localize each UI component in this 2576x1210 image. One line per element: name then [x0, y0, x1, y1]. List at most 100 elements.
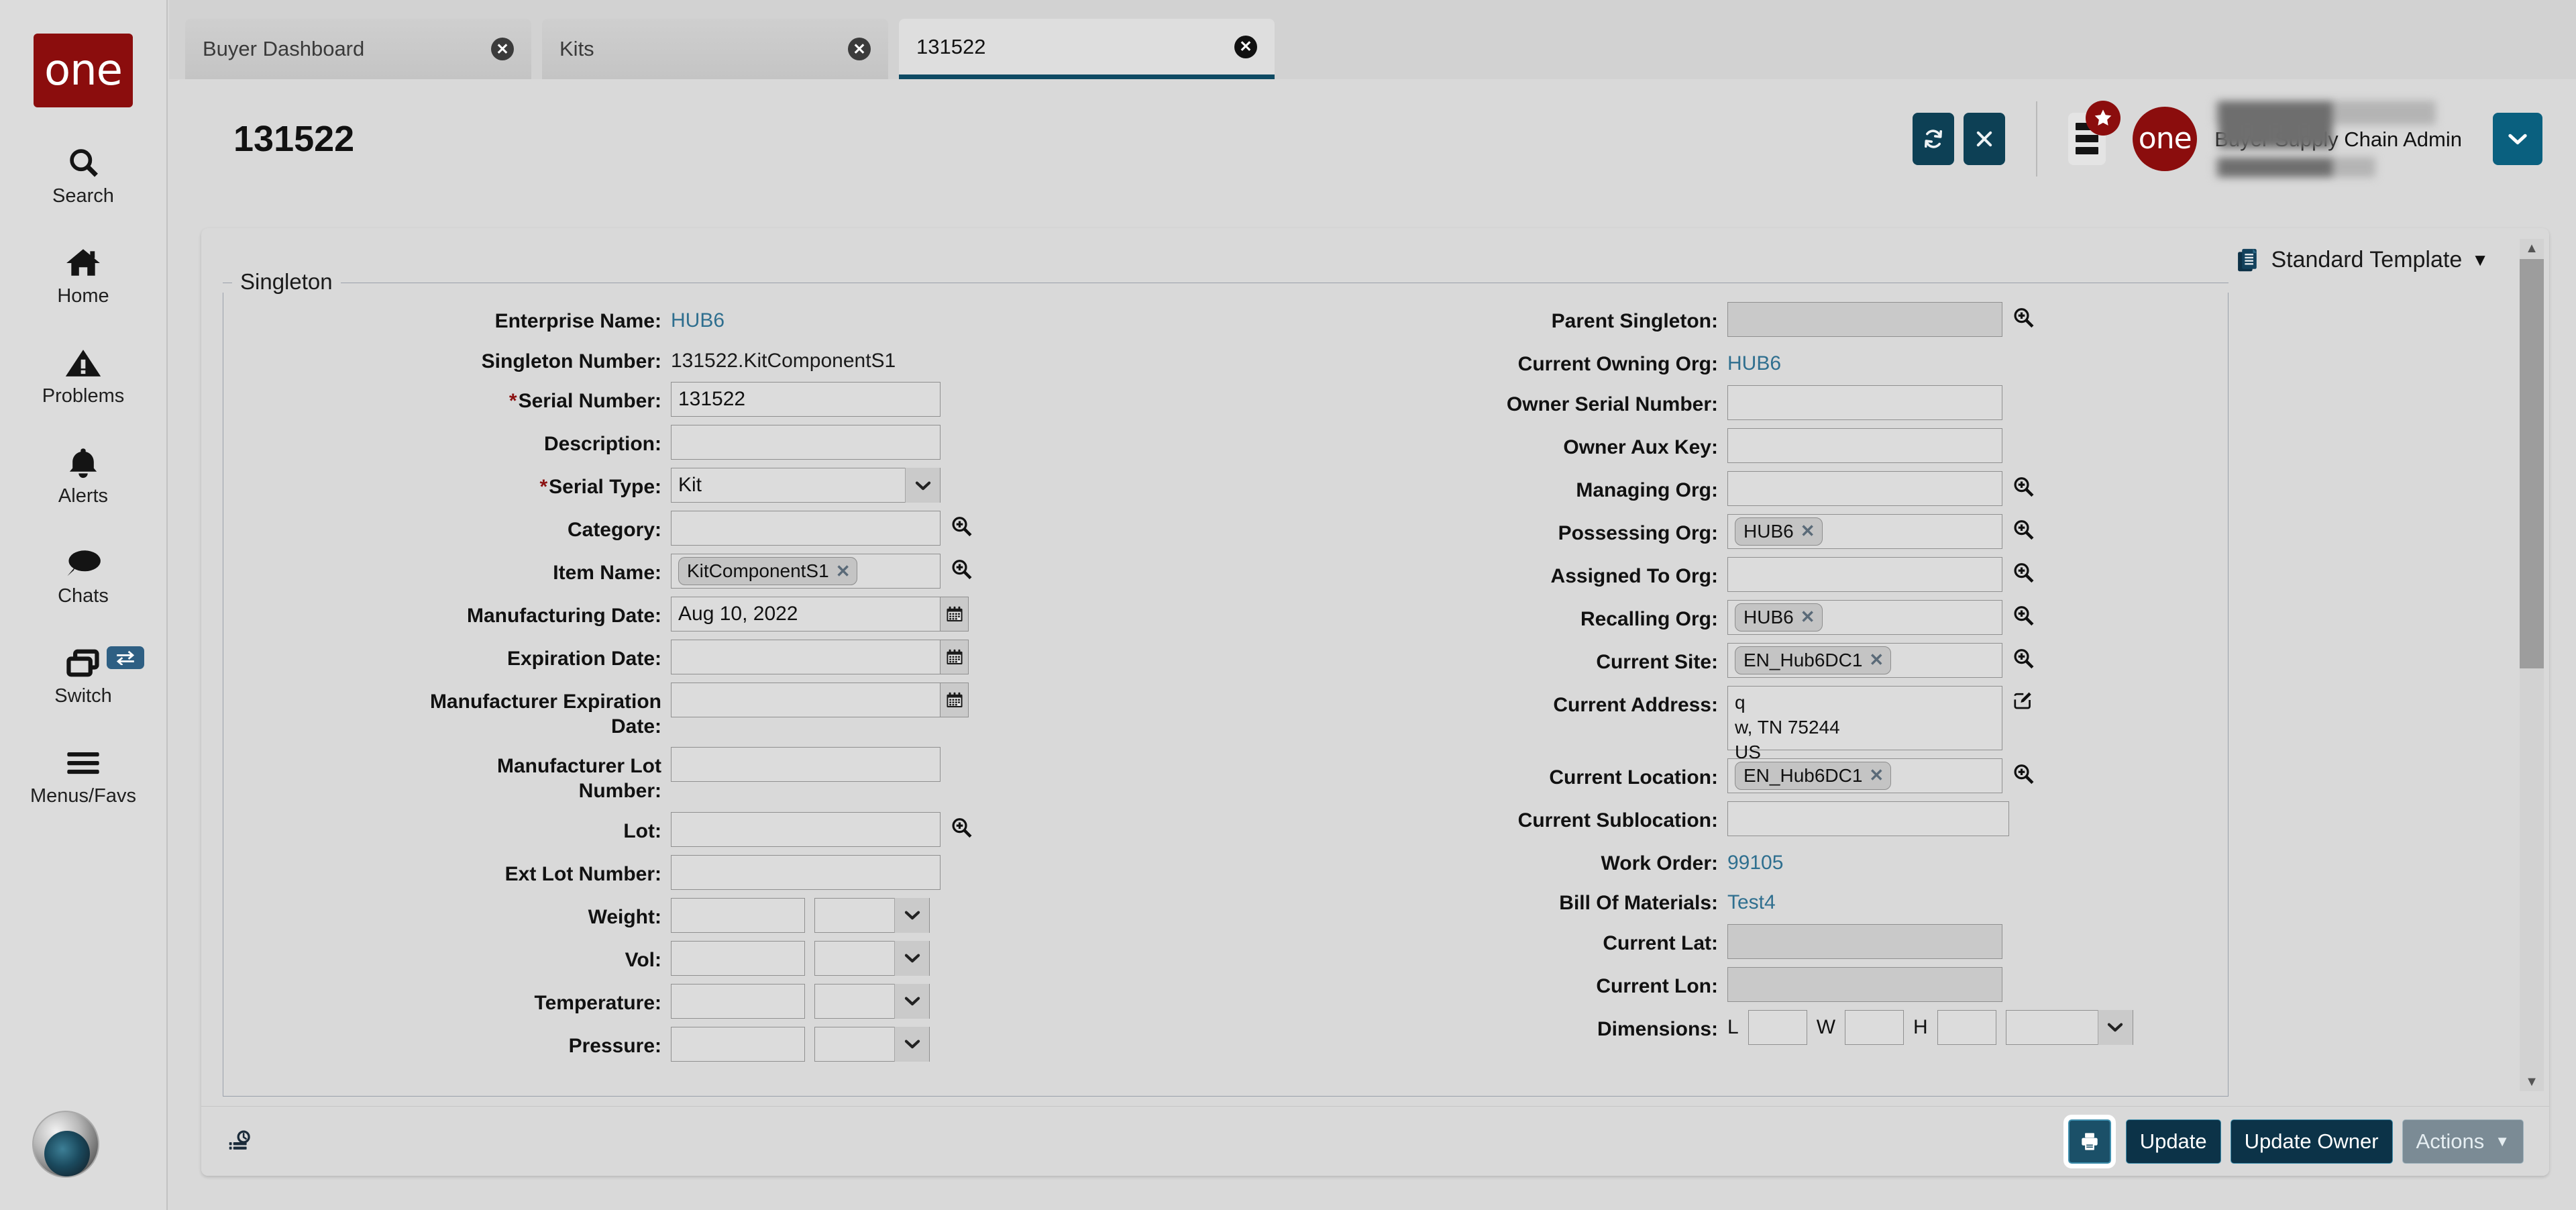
- serial-number-input[interactable]: 131522: [671, 382, 941, 417]
- scroll-down-arrow[interactable]: ▼: [2520, 1072, 2544, 1091]
- temperature-input[interactable]: [671, 983, 805, 1019]
- close-icon[interactable]: ✕: [848, 38, 871, 60]
- chip-current-site[interactable]: EN_Hub6DC1 ✕: [1735, 646, 1892, 674]
- calendar-icon[interactable]: [941, 683, 969, 718]
- print-button[interactable]: [2063, 1114, 2116, 1168]
- actions-dropdown-button[interactable]: Actions ▼: [2402, 1119, 2524, 1164]
- swap-arrows-icon[interactable]: [107, 646, 144, 669]
- description-input[interactable]: [671, 425, 941, 460]
- managing-org-input[interactable]: [1727, 470, 2002, 506]
- chevron-down-icon[interactable]: ▼: [2471, 250, 2489, 270]
- expiration-date-input[interactable]: [671, 640, 941, 675]
- current-location-input[interactable]: EN_Hub6DC1 ✕: [1727, 758, 2002, 793]
- scroll-up-arrow[interactable]: ▲: [2520, 239, 2544, 258]
- search-magnifier-icon[interactable]: [950, 511, 973, 538]
- temperature-unit-select[interactable]: [814, 983, 930, 1019]
- dimension-width-input[interactable]: [1845, 1009, 1904, 1045]
- menus-favorites-button[interactable]: [2068, 100, 2121, 165]
- sidebar-item-problems[interactable]: Problems: [0, 342, 167, 407]
- edit-pencil-icon[interactable]: [2012, 686, 2033, 711]
- owner-serial-number-input[interactable]: [1727, 385, 2002, 420]
- possessing-org-input[interactable]: HUB6 ✕: [1727, 513, 2002, 549]
- calendar-icon[interactable]: [941, 597, 969, 632]
- item-name-input[interactable]: KitComponentS1 ✕: [671, 554, 941, 589]
- vertical-scrollbar[interactable]: ▲ ▼: [2520, 239, 2544, 1091]
- search-magnifier-icon[interactable]: [2012, 643, 2035, 670]
- current-sublocation-input[interactable]: [1727, 801, 2009, 836]
- vol-unit-select[interactable]: [814, 940, 930, 976]
- weight-unit-select[interactable]: [814, 897, 930, 933]
- ext-lot-number-input[interactable]: [671, 854, 941, 890]
- pressure-input[interactable]: [671, 1026, 805, 1062]
- chip-remove-icon[interactable]: ✕: [1801, 521, 1815, 542]
- assigned-to-org-input[interactable]: [1727, 556, 2002, 592]
- field-value[interactable]: 99105: [1727, 844, 1783, 874]
- close-icon[interactable]: ✕: [491, 38, 514, 60]
- close-button[interactable]: [1964, 112, 2006, 165]
- close-icon[interactable]: ✕: [1234, 35, 1257, 58]
- chip-remove-icon[interactable]: ✕: [1801, 607, 1815, 627]
- tab-buyer-dashboard[interactable]: Buyer Dashboard ✕: [185, 19, 531, 79]
- chip-item-name[interactable]: KitComponentS1 ✕: [678, 557, 858, 586]
- manufacturing-date-input[interactable]: Aug 10, 2022: [671, 597, 941, 632]
- search-magnifier-icon[interactable]: [2012, 471, 2035, 498]
- chip-current-location[interactable]: EN_Hub6DC1 ✕: [1735, 761, 1892, 790]
- chip-recalling-org[interactable]: HUB6 ✕: [1735, 603, 1823, 632]
- chip-remove-icon[interactable]: ✕: [836, 561, 851, 582]
- category-input[interactable]: [671, 511, 941, 546]
- parent-singleton-input[interactable]: [1727, 302, 2002, 337]
- sidebar-item-switch[interactable]: Switch: [0, 642, 167, 707]
- search-magnifier-icon[interactable]: [2012, 600, 2035, 627]
- field-temperature: Temperature:: [201, 983, 1060, 1019]
- serial-type-select[interactable]: Kit: [671, 468, 941, 503]
- template-selector[interactable]: Standard Template ▼: [2237, 247, 2489, 273]
- search-magnifier-icon[interactable]: [950, 554, 973, 581]
- audit-trail-icon[interactable]: [228, 1129, 254, 1154]
- recalling-org-input[interactable]: HUB6 ✕: [1727, 599, 2002, 635]
- chip-possessing-org[interactable]: HUB6 ✕: [1735, 517, 1823, 546]
- field-value[interactable]: HUB6: [1727, 345, 1781, 375]
- chip-remove-icon[interactable]: ✕: [1869, 765, 1884, 786]
- search-magnifier-icon[interactable]: [2012, 758, 2035, 785]
- sidebar-item-menus-favs[interactable]: Menus/Favs: [0, 742, 167, 807]
- owner-aux-key-input[interactable]: [1727, 427, 2002, 463]
- field-value[interactable]: Test4: [1727, 884, 1776, 914]
- weight-input[interactable]: [671, 897, 805, 933]
- sidebar-item-home[interactable]: Home: [0, 242, 167, 307]
- sidebar-item-chats[interactable]: Chats: [0, 542, 167, 607]
- search-magnifier-icon[interactable]: [2012, 514, 2035, 541]
- user-menu-button[interactable]: [2493, 112, 2542, 165]
- vol-input[interactable]: [671, 940, 805, 976]
- manufacturer-expiration-date-input[interactable]: [671, 683, 941, 718]
- dimension-length-label: L: [1727, 1015, 1739, 1038]
- tab-131522[interactable]: 131522 ✕: [899, 19, 1275, 79]
- sidebar-item-search[interactable]: Search: [0, 142, 167, 207]
- calendar-icon[interactable]: [941, 640, 969, 675]
- field-label: Managing Org:: [1576, 478, 1718, 501]
- field-current-owning-org: Current Owning Org: HUB6: [1248, 345, 2388, 377]
- sidebar-item-label: Search: [52, 185, 114, 207]
- avatar[interactable]: [32, 1111, 99, 1178]
- scrollbar-thumb[interactable]: [2520, 259, 2544, 668]
- dimension-height-input[interactable]: [1937, 1009, 1996, 1045]
- refresh-button[interactable]: [1913, 112, 1955, 165]
- field-value[interactable]: HUB6: [671, 302, 724, 332]
- current-address-textarea[interactable]: q w, TN 75244 US: [1727, 685, 2002, 762]
- star-icon[interactable]: [2086, 100, 2121, 136]
- app-logo[interactable]: one: [34, 34, 133, 107]
- chip-remove-icon[interactable]: ✕: [1869, 650, 1884, 670]
- manufacturer-lot-number-input[interactable]: [671, 747, 941, 783]
- update-owner-button[interactable]: Update Owner: [2230, 1119, 2393, 1164]
- tab-kits[interactable]: Kits ✕: [542, 19, 888, 79]
- search-magnifier-icon[interactable]: [950, 812, 973, 839]
- pressure-unit-select[interactable]: [814, 1026, 930, 1062]
- search-magnifier-icon[interactable]: [2012, 302, 2035, 329]
- update-button[interactable]: Update: [2125, 1119, 2221, 1164]
- lot-input[interactable]: [671, 811, 941, 847]
- dimension-unit-select[interactable]: [2005, 1009, 2133, 1045]
- dimension-length-input[interactable]: [1748, 1009, 1807, 1045]
- search-magnifier-icon[interactable]: [2012, 557, 2035, 584]
- sidebar-item-alerts[interactable]: Alerts: [0, 442, 167, 507]
- current-site-input[interactable]: EN_Hub6DC1 ✕: [1727, 642, 2002, 678]
- field-description: Description:: [201, 425, 1060, 460]
